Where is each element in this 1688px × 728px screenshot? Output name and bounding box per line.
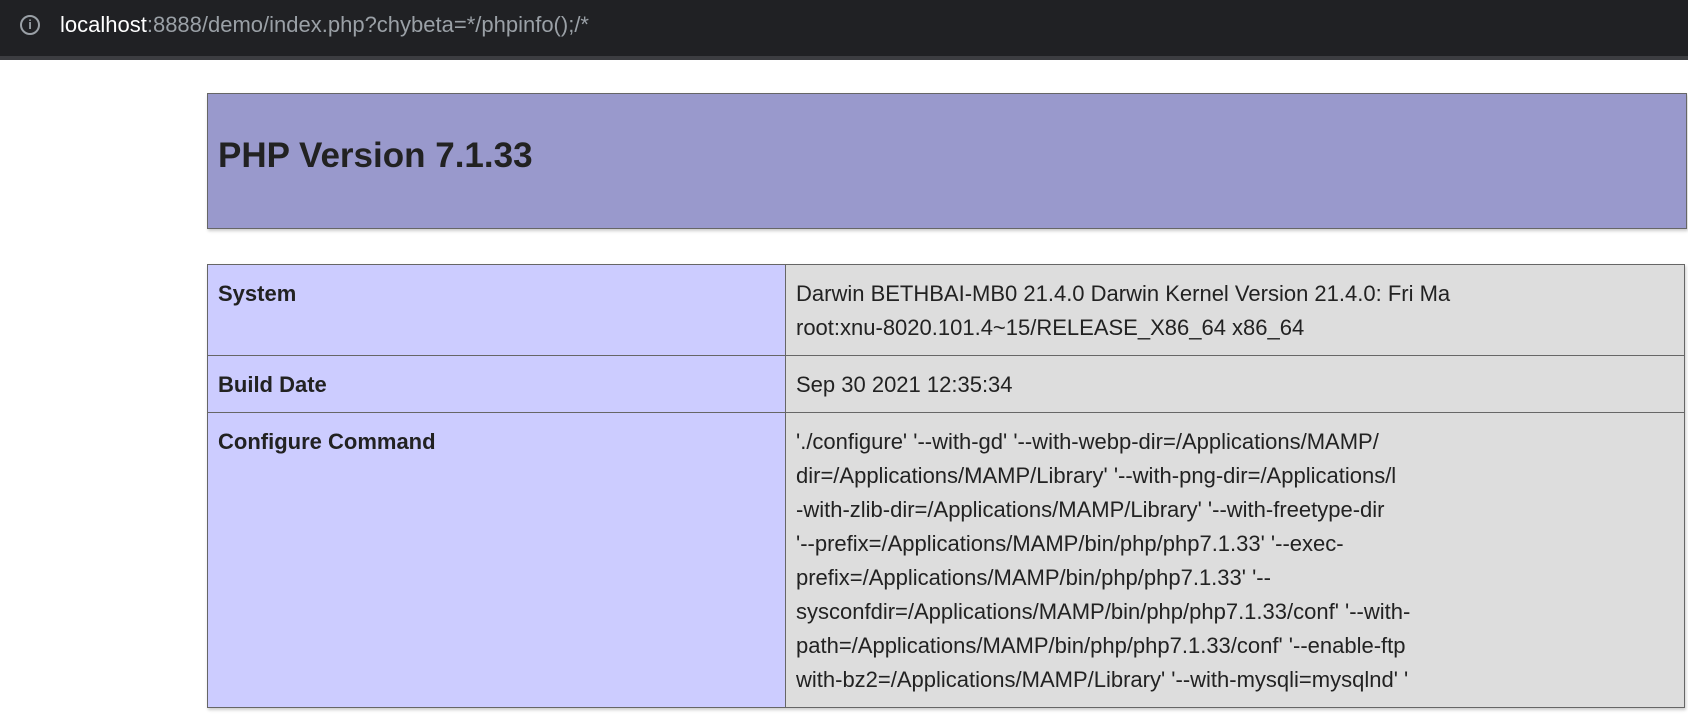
row-label: Build Date [207, 355, 786, 413]
toolbar-divider [0, 56, 1688, 60]
phpinfo-table: System Darwin BETHBAI-MB0 21.4.0 Darwin … [207, 264, 1685, 708]
info-icon[interactable]: i [20, 15, 40, 35]
table-row: Build Date Sep 30 2021 12:35:34 [207, 355, 1685, 413]
value-line: root:xnu-8020.101.4~15/RELEASE_X86_64 x8… [796, 315, 1305, 340]
row-label: System [207, 264, 786, 356]
url-path: :8888/demo/index.php?chybeta=*/phpinfo()… [146, 12, 589, 37]
browser-address-bar[interactable]: i localhost:8888/demo/index.php?chybeta=… [0, 0, 1688, 56]
value-line: with-bz2=/Applications/MAMP/Library' '--… [796, 667, 1409, 692]
value-line: -with-zlib-dir=/Applications/MAMP/Librar… [796, 497, 1385, 522]
value-line: prefix=/Applications/MAMP/bin/php/php7.1… [796, 565, 1271, 590]
value-line: './configure' '--with-gd' '--with-webp-d… [796, 429, 1379, 454]
value-line: Sep 30 2021 12:35:34 [796, 372, 1013, 397]
url-field[interactable]: localhost:8888/demo/index.php?chybeta=*/… [60, 11, 589, 39]
row-value: './configure' '--with-gd' '--with-webp-d… [785, 412, 1685, 708]
url-host: localhost [60, 12, 147, 37]
table-row: System Darwin BETHBAI-MB0 21.4.0 Darwin … [207, 264, 1685, 356]
table-row: Configure Command './configure' '--with-… [207, 412, 1685, 708]
row-label: Configure Command [207, 412, 786, 708]
row-value: Darwin BETHBAI-MB0 21.4.0 Darwin Kernel … [785, 264, 1685, 356]
value-line: sysconfdir=/Applications/MAMP/bin/php/ph… [796, 599, 1411, 624]
php-version-header: PHP Version 7.1.33 [207, 93, 1687, 229]
page-title: PHP Version 7.1.33 [218, 136, 533, 175]
value-line: dir=/Applications/MAMP/Library' '--with-… [796, 463, 1397, 488]
value-line: Darwin BETHBAI-MB0 21.4.0 Darwin Kernel … [796, 281, 1451, 306]
value-line: '--prefix=/Applications/MAMP/bin/php/php… [796, 531, 1344, 556]
row-value: Sep 30 2021 12:35:34 [785, 355, 1685, 413]
value-line: path=/Applications/MAMP/bin/php/php7.1.3… [796, 633, 1406, 658]
